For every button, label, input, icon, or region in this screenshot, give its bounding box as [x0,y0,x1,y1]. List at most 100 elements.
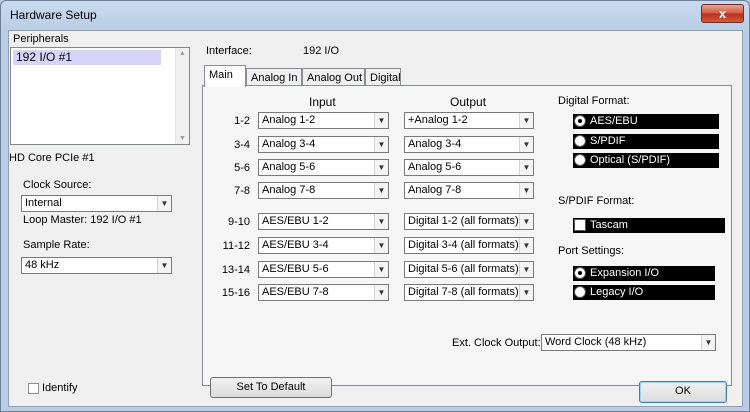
peripherals-label: Peripherals [13,33,69,45]
channel-label: 1-2 [234,115,250,127]
list-scrollbar[interactable]: ▲ ▼ [175,48,189,144]
output-select[interactable]: Digital 3-4 (all formats) ▼ [404,237,534,254]
input-select[interactable]: AES/EBU 5-6 ▼ [258,261,389,278]
output-select[interactable]: Digital 1-2 (all formats) ▼ [404,213,534,230]
sample-rate-select[interactable]: 48 kHz ▼ [21,257,172,274]
ok-button[interactable]: OK [639,381,727,403]
channel-label: 5-6 [234,162,250,174]
clock-source-value: Internal [25,197,62,209]
input-value: AES/EBU 3-4 [262,239,329,251]
close-button[interactable]: x [701,4,744,23]
radio-checked-icon [574,115,586,127]
chevron-down-icon: ▼ [374,238,388,253]
radio-icon [574,286,586,298]
spdif-format-label: S/PDIF Format: [558,195,635,207]
radio-spdif[interactable]: S/PDIF [573,134,719,149]
input-value: Analog 1-2 [262,114,316,126]
output-value: Digital 7-8 (all formats) [408,286,519,298]
output-select[interactable]: Analog 7-8 ▼ [404,182,534,199]
tab-main[interactable]: Main [204,65,246,87]
radio-icon [574,135,586,147]
ext-clock-select[interactable]: Word Clock (48 kHz) ▼ [541,334,716,351]
output-value: Analog 5-6 [408,161,462,173]
scroll-up-icon[interactable]: ▲ [179,50,186,57]
chevron-down-icon: ▼ [519,113,533,128]
chevron-down-icon: ▼ [519,238,533,253]
scroll-down-icon[interactable]: ▼ [179,135,186,142]
title-bar: Hardware Setup x [1,1,749,29]
input-header: Input [309,95,336,109]
input-value: AES/EBU 5-6 [262,263,329,275]
chevron-down-icon: ▼ [374,285,388,300]
channel-label: 9-10 [227,216,250,228]
ext-clock-label: Ext. Clock Output: [452,337,541,349]
output-select[interactable]: Digital 7-8 (all formats) ▼ [404,284,534,301]
radio-legacy-io[interactable]: Legacy I/O [573,285,715,300]
identify-checkbox[interactable] [28,383,39,394]
output-value: +Analog 1-2 [408,114,468,126]
set-to-default-button[interactable]: Set To Default [210,377,332,398]
chevron-down-icon: ▼ [519,137,533,152]
radio-label: Expansion I/O [590,267,660,279]
digital-format-label: Digital Format: [558,95,630,107]
chevron-down-icon: ▼ [374,160,388,175]
output-select[interactable]: Analog 5-6 ▼ [404,159,534,176]
radio-label: S/PDIF [590,135,626,147]
radio-checked-icon [574,267,586,279]
radio-optical[interactable]: Optical (S/PDIF) [573,153,719,168]
device-label: HD Core PCIe #1 [9,152,95,164]
radio-label: Legacy I/O [590,286,644,298]
chevron-down-icon: ▼ [374,183,388,198]
chevron-down-icon: ▼ [157,258,171,273]
input-select[interactable]: Analog 7-8 ▼ [258,182,389,199]
channel-label: 7-8 [234,185,250,197]
port-settings-label: Port Settings: [558,245,625,257]
interface-label: Interface: [206,45,252,57]
chevron-down-icon: ▼ [519,285,533,300]
hardware-setup-window: Hardware Setup x Peripherals 192 I/O #1 … [0,0,750,412]
chevron-down-icon: ▼ [374,262,388,277]
radio-expansion-io[interactable]: Expansion I/O [573,266,715,281]
output-select[interactable]: +Analog 1-2 ▼ [404,112,534,129]
interface-value: 192 I/O [303,45,340,57]
chevron-down-icon: ▼ [374,113,388,128]
ext-clock-value: Word Clock (48 kHz) [545,336,647,348]
input-select[interactable]: AES/EBU 3-4 ▼ [258,237,389,254]
input-select[interactable]: Analog 3-4 ▼ [258,136,389,153]
input-value: Analog 7-8 [262,184,316,196]
output-value: Digital 3-4 (all formats) [408,239,519,251]
output-select[interactable]: Analog 3-4 ▼ [404,136,534,153]
radio-aes-ebu[interactable]: AES/EBU [573,114,719,129]
close-icon: x [718,6,727,21]
chevron-down-icon: ▼ [701,335,715,350]
sample-rate-value: 48 kHz [25,259,60,271]
output-value: Digital 1-2 (all formats) [408,215,519,227]
clock-source-label: Clock Source: [23,179,92,191]
channel-label: 3-4 [234,139,250,151]
checkbox-label: Tascam [590,219,628,231]
clock-source-select[interactable]: Internal ▼ [21,195,172,212]
input-select[interactable]: AES/EBU 7-8 ▼ [258,284,389,301]
chevron-down-icon: ▼ [157,196,171,211]
output-value: Analog 7-8 [408,184,462,196]
channel-label: 15-16 [221,287,250,299]
output-select[interactable]: Digital 5-6 (all formats) ▼ [404,261,534,278]
peripherals-list[interactable]: 192 I/O #1 ▲ ▼ [10,47,190,145]
input-value: AES/EBU 1-2 [262,215,329,227]
channel-label: 13-14 [221,264,250,276]
chevron-down-icon: ▼ [519,262,533,277]
chevron-down-icon: ▼ [519,160,533,175]
window-title: Hardware Setup [10,8,97,22]
input-select[interactable]: Analog 1-2 ▼ [258,112,389,129]
input-value: AES/EBU 7-8 [262,286,329,298]
radio-icon [574,154,586,166]
input-select[interactable]: AES/EBU 1-2 ▼ [258,213,389,230]
dialog-client-area: Peripherals 192 I/O #1 ▲ ▼ HD Core PCIe … [8,30,743,407]
list-item[interactable]: 192 I/O #1 [13,50,161,65]
chevron-down-icon: ▼ [374,137,388,152]
tascam-checkbox[interactable]: Tascam [573,218,725,233]
chevron-down-icon: ▼ [519,183,533,198]
input-select[interactable]: Analog 5-6 ▼ [258,159,389,176]
output-value: Digital 5-6 (all formats) [408,263,519,275]
output-header: Output [450,95,487,109]
